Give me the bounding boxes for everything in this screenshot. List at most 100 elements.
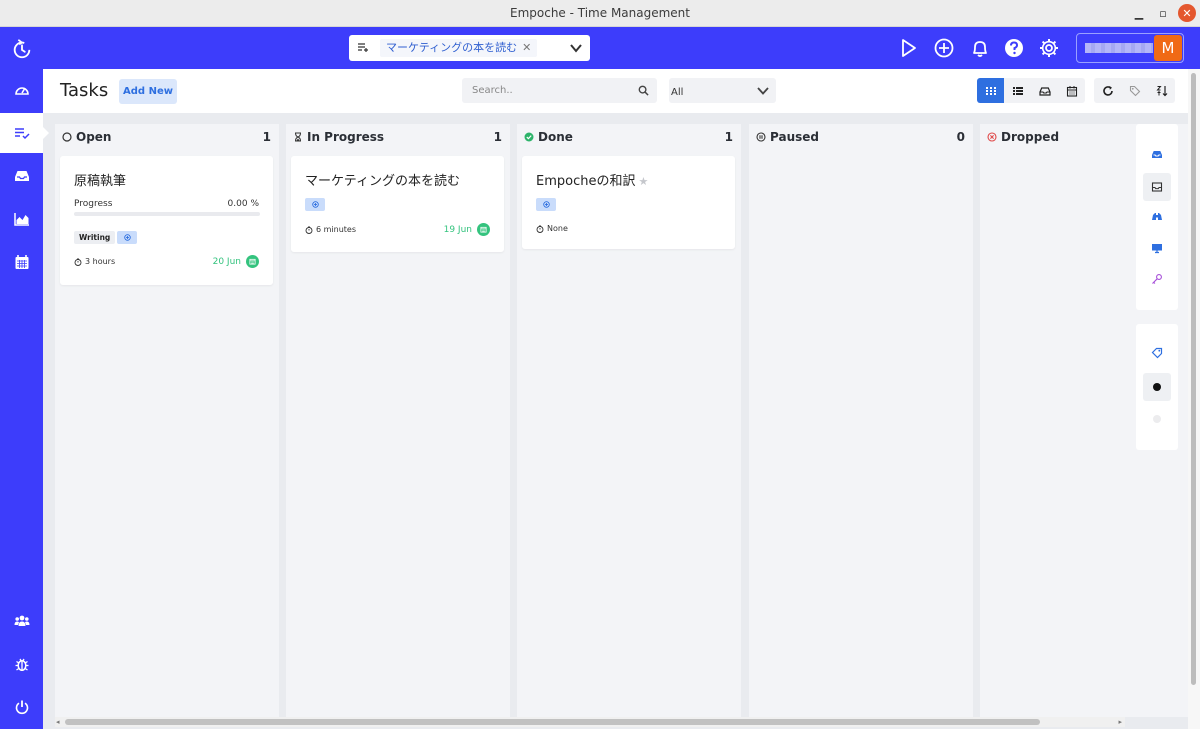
tag-badge[interactable]: Writing	[74, 231, 116, 244]
board-view-button[interactable]	[977, 78, 1004, 103]
user-name-redacted	[1085, 43, 1153, 53]
app-logo-icon[interactable]	[11, 38, 33, 60]
column-name: Open	[76, 130, 112, 144]
tasks-icon	[14, 128, 30, 140]
refresh-button[interactable]	[1094, 78, 1121, 103]
bug-icon	[15, 658, 28, 672]
filter-tag-button[interactable]	[1143, 339, 1171, 367]
progress-value: 0.00 %	[227, 199, 259, 209]
gear-icon[interactable]	[1038, 37, 1060, 59]
tag-icon	[1151, 347, 1163, 359]
task-card[interactable]: マーケティングの本を読む 6 minutes 19 Jun	[291, 156, 504, 252]
task-title: 原稿執筆	[74, 174, 127, 189]
user-menu[interactable]: M	[1076, 33, 1184, 63]
clear-task-icon[interactable]: ✕	[522, 41, 531, 54]
column-paused: Paused 0	[749, 124, 973, 717]
plus-circle-icon	[123, 234, 131, 241]
column-in-progress: In Progress 1 マーケティングの本を読む 6 minutes 19 …	[286, 124, 510, 717]
column-name: Dropped	[1001, 130, 1060, 144]
sidebar-item-team[interactable]	[0, 601, 43, 641]
filter-black-dot-button[interactable]	[1143, 373, 1171, 401]
search-icon[interactable]	[638, 85, 649, 96]
inbox-view-button[interactable]	[1031, 78, 1058, 103]
avatar[interactable]: M	[1154, 35, 1182, 61]
plus-circle-icon[interactable]	[933, 37, 955, 59]
task-card[interactable]: Empocheの和訳 ★ None	[522, 156, 735, 249]
sort-button[interactable]	[1148, 78, 1175, 103]
x-circle-icon	[987, 132, 997, 142]
sidebar-item-logout[interactable]	[0, 687, 43, 727]
sidebar-item-inbox[interactable]	[0, 156, 43, 196]
selected-task-chip[interactable]: マーケティングの本を読む ✕	[380, 39, 538, 57]
window-titlebar: Empoche - Time Management ▁ ▫ ✕	[0, 0, 1200, 27]
calendar-view-icon	[1066, 85, 1077, 97]
stopwatch-icon	[536, 225, 544, 233]
column-open: Open 1 原稿執筆 Progress 0.00 % Writing 3 ho…	[55, 124, 279, 717]
calendar-icon	[246, 255, 259, 268]
add-tag-button[interactable]	[536, 198, 556, 211]
plus-circle-icon	[311, 201, 319, 208]
help-icon[interactable]	[1003, 37, 1025, 59]
calendar-view-button[interactable]	[1058, 78, 1085, 103]
dashboard-icon	[14, 87, 29, 95]
scroll-left-icon[interactable]: ◂	[56, 718, 60, 726]
star-icon[interactable]: ★	[638, 175, 648, 188]
column-name: Paused	[770, 130, 819, 144]
filter-inbox-button[interactable]	[1143, 140, 1171, 168]
sidebar-item-calendar[interactable]	[0, 242, 43, 282]
progress-label: Progress	[74, 199, 113, 209]
sidebar-item-bug-report[interactable]	[0, 644, 43, 684]
filter-binoculars-button[interactable]	[1143, 203, 1171, 231]
column-name: In Progress	[307, 130, 385, 144]
selected-task-label: マーケティングの本を読む	[386, 41, 518, 54]
task-card[interactable]: 原稿執筆 Progress 0.00 % Writing 3 hours 20 …	[60, 156, 273, 285]
column-header: Open 1	[55, 124, 279, 152]
vertical-scrollbar[interactable]	[1188, 69, 1200, 729]
sidebar-item-reports[interactable]	[0, 199, 43, 239]
add-new-button[interactable]: Add New	[119, 79, 177, 104]
current-task-select[interactable]: マーケティングの本を読む ✕	[349, 35, 590, 61]
column-count: 0	[956, 130, 965, 144]
filter-gray-dot-button[interactable]	[1143, 405, 1171, 433]
add-tag-button[interactable]	[117, 231, 137, 244]
column-header: Paused 0	[749, 124, 973, 152]
pause-circle-icon	[756, 132, 766, 142]
key-icon	[1152, 274, 1162, 284]
scrollbar-thumb[interactable]	[65, 719, 1040, 725]
filter-key-button[interactable]	[1143, 265, 1171, 293]
task-due-date[interactable]: 20 Jun	[213, 255, 259, 268]
chevron-down-icon[interactable]	[570, 43, 582, 53]
scrollbar-thumb[interactable]	[1191, 73, 1196, 685]
task-duration: 6 minutes	[305, 225, 356, 234]
task-title-wrap: Empocheの和訳 ★	[536, 170, 648, 189]
filter-inbox-outline-button[interactable]	[1143, 173, 1171, 201]
duration-text: 3 hours	[85, 257, 116, 266]
filter-monitor-button[interactable]	[1143, 234, 1171, 262]
task-title: Empocheの和訳	[536, 174, 636, 189]
play-icon[interactable]	[897, 37, 919, 59]
scroll-right-icon[interactable]: ▸	[1118, 718, 1122, 726]
minimize-icon[interactable]: ▁	[1130, 4, 1148, 22]
stopwatch-icon	[74, 258, 82, 266]
search-input[interactable]	[462, 78, 632, 103]
add-tag-button[interactable]	[305, 198, 325, 211]
right-filter-panel	[1136, 124, 1178, 310]
sidebar	[0, 69, 49, 729]
plus-circle-icon	[542, 201, 550, 208]
sidebar-item-tasks[interactable]	[0, 113, 49, 153]
tags-button[interactable]	[1121, 78, 1148, 103]
due-date-text: 20 Jun	[212, 256, 241, 267]
status-filter-select[interactable]: All	[669, 78, 776, 103]
task-list-icon	[358, 43, 368, 52]
progress-bar	[74, 212, 260, 216]
stopwatch-icon	[305, 226, 313, 234]
list-view-button[interactable]	[1004, 78, 1031, 103]
task-due-date[interactable]: 19 Jun	[444, 223, 490, 236]
horizontal-scrollbar[interactable]: ◂ ▸	[55, 717, 1125, 727]
maximize-icon[interactable]: ▫	[1154, 4, 1172, 22]
bell-icon[interactable]	[969, 37, 991, 59]
black-dot-icon	[1153, 383, 1161, 391]
list-view-icon	[1012, 86, 1023, 95]
sidebar-item-dashboard[interactable]	[0, 70, 43, 110]
close-window-icon[interactable]: ✕	[1178, 4, 1196, 22]
